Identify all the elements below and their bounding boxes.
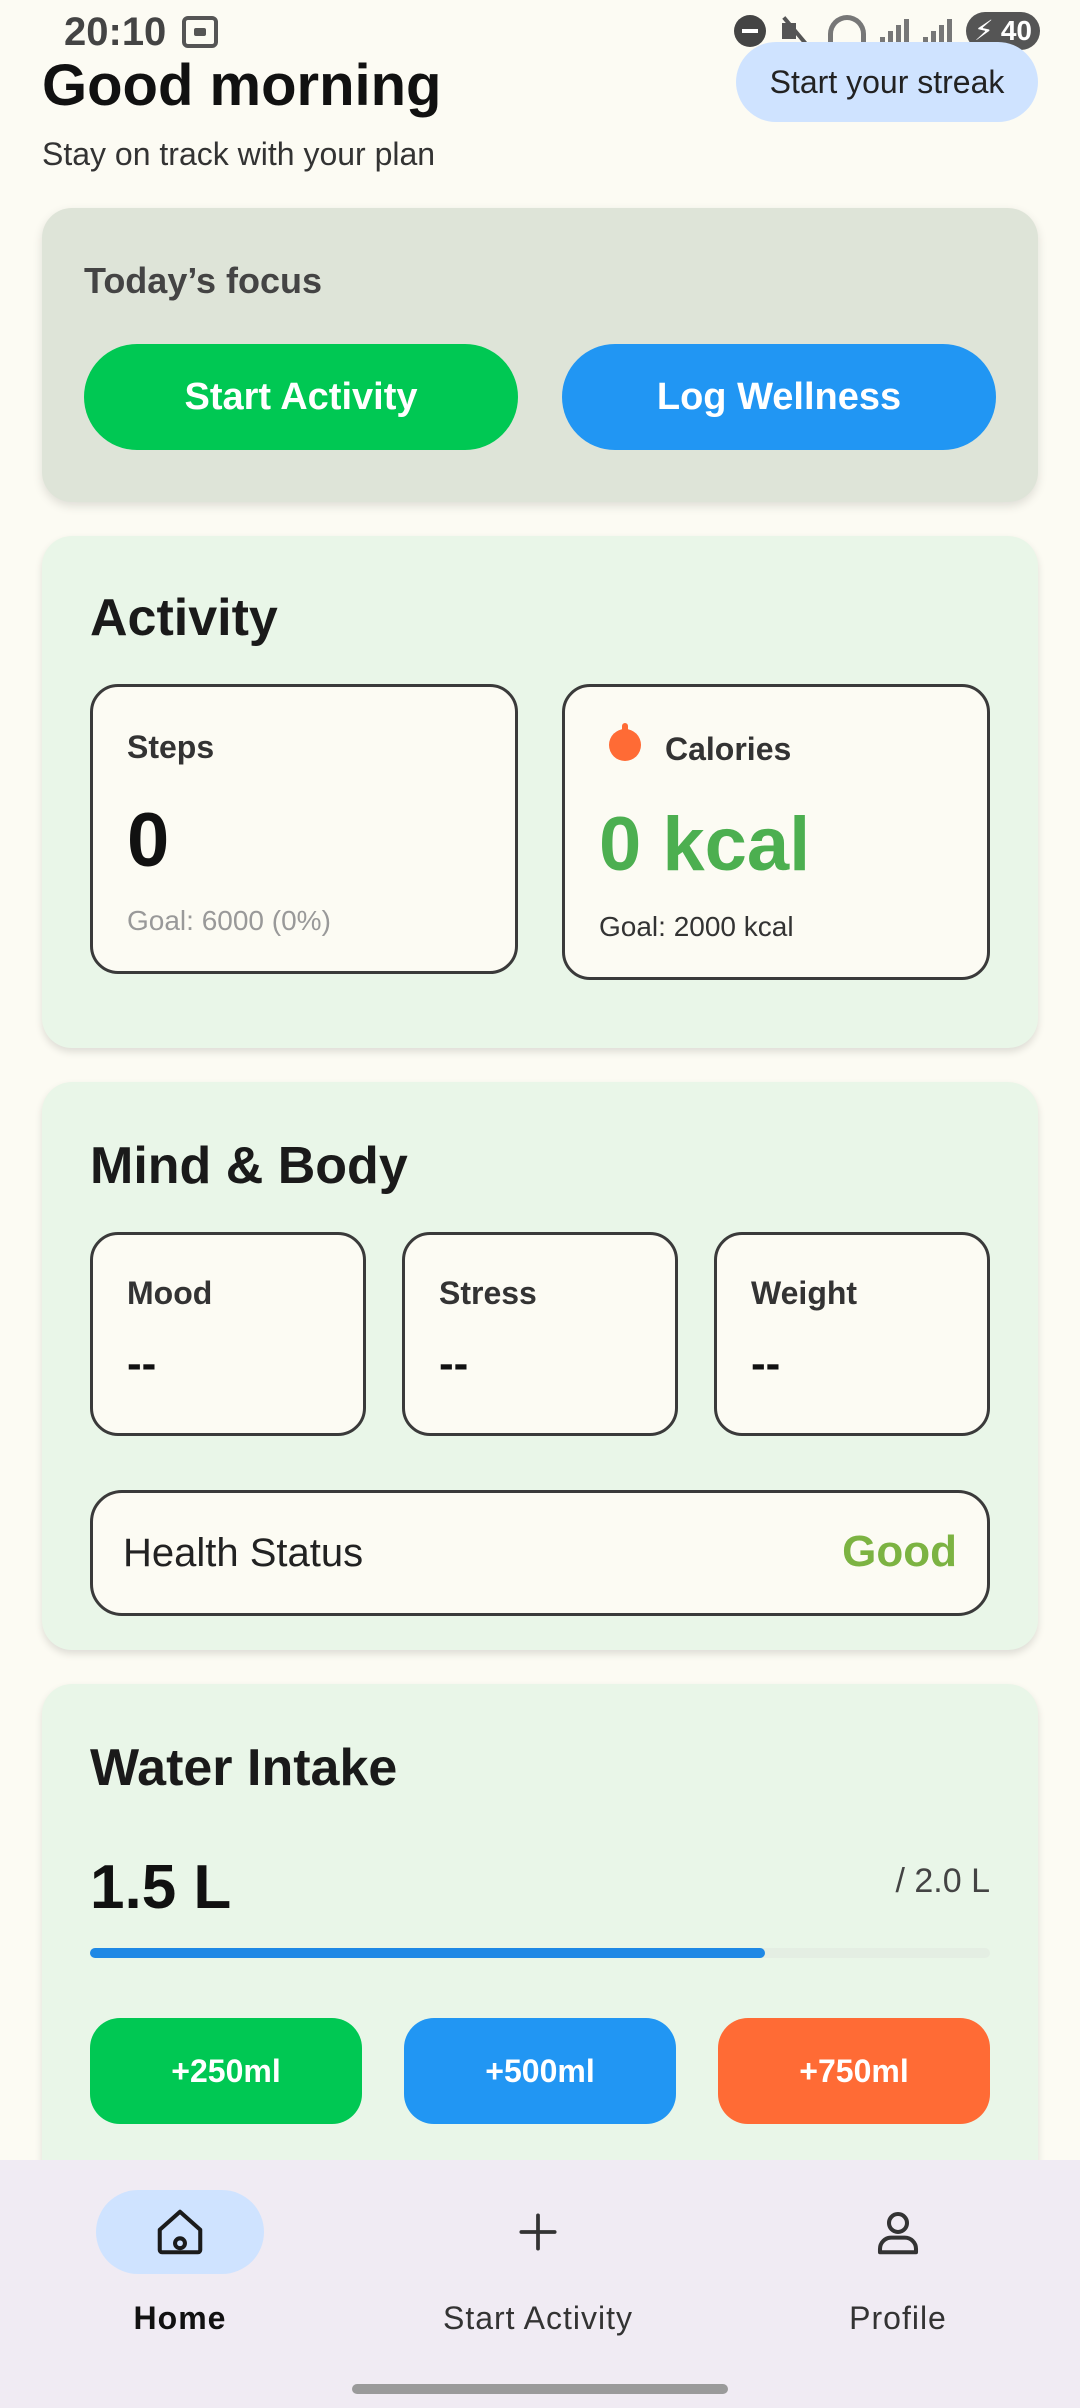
calories-box[interactable]: Calories 0 kcal Goal: 2000 kcal [562, 684, 990, 980]
health-status-value: Good [842, 1527, 957, 1576]
weight-label: Weight [751, 1275, 858, 1311]
water-progress-fill [90, 1948, 765, 1958]
log-wellness-button[interactable]: Log Wellness [562, 344, 996, 450]
water-progress-bar [90, 1948, 990, 1958]
nav-start-activity-indicator [454, 2190, 622, 2274]
nav-label-home: Home [133, 2300, 227, 2336]
activity-card: Activity Steps 0 Goal: 6000 (0%) Calorie… [42, 536, 1038, 1048]
flame-icon [609, 723, 641, 761]
focus-title: Today’s focus [84, 260, 323, 301]
health-status-row[interactable]: Health Status Good [90, 1490, 990, 1616]
calories-value: 0 kcal [599, 802, 811, 887]
person-icon [877, 2211, 919, 2255]
mind-body-card: Mind & Body Mood -- Stress -- Weight -- … [42, 1082, 1038, 1650]
nav-label-profile: Profile [849, 2300, 947, 2336]
mood-box[interactable]: Mood -- [90, 1232, 366, 1436]
nav-item-home[interactable]: Home [50, 2190, 310, 2370]
app-screen: 20:10 ⚡ 40 Good morning Stay on track wi… [0, 0, 1080, 2408]
greeting-title: Good morning [42, 53, 442, 118]
add-250ml-button[interactable]: +250ml [90, 2018, 362, 2124]
mind-body-title: Mind & Body [90, 1137, 408, 1195]
start-activity-button[interactable]: Start Activity [84, 344, 518, 450]
start-streak-button[interactable]: Start your streak [736, 42, 1038, 122]
add-750ml-button[interactable]: +750ml [718, 2018, 990, 2124]
nav-item-start-activity[interactable]: Start Activity [408, 2190, 668, 2370]
steps-label: Steps [127, 729, 215, 765]
water-goal: / 2.0 L [895, 1862, 990, 1900]
plus-icon [519, 2213, 557, 2251]
do-not-disturb-icon [734, 15, 766, 47]
weight-box[interactable]: Weight -- [714, 1232, 990, 1436]
calories-goal: Goal: 2000 kcal [599, 911, 794, 942]
water-title: Water Intake [90, 1739, 398, 1797]
water-value: 1.5 L [90, 1853, 232, 1922]
stress-value: -- [439, 1339, 469, 1388]
nav-label-start-activity: Start Activity [442, 2300, 634, 2336]
steps-box[interactable]: Steps 0 Goal: 6000 (0%) [90, 684, 518, 974]
calories-label: Calories [665, 731, 792, 767]
steps-goal: Goal: 6000 (0%) [127, 905, 331, 936]
add-500ml-button[interactable]: +500ml [404, 2018, 676, 2124]
stress-box[interactable]: Stress -- [402, 1232, 678, 1436]
weight-value: -- [751, 1339, 781, 1388]
health-status-label: Health Status [123, 1531, 364, 1575]
nav-item-profile[interactable]: Profile [768, 2190, 1028, 2370]
stress-label: Stress [439, 1275, 537, 1311]
mood-label: Mood [127, 1275, 213, 1311]
bottom-navigation: Home Start Activity Profile [0, 2160, 1080, 2408]
nav-home-indicator [96, 2190, 264, 2274]
steps-value: 0 [127, 798, 170, 883]
greeting-subtitle: Stay on track with your plan [42, 136, 436, 172]
screenshot-icon [182, 16, 218, 48]
nav-profile-indicator [814, 2190, 982, 2274]
status-time: 20:10 [64, 10, 167, 54]
water-intake-card: Water Intake 1.5 L / 2.0 L +250ml +500ml… [42, 1684, 1038, 2204]
todays-focus-card: Today’s focus Start Activity Log Wellnes… [42, 208, 1038, 502]
mood-value: -- [127, 1339, 157, 1388]
home-icon [157, 2209, 203, 2255]
gesture-home-bar[interactable] [352, 2384, 728, 2394]
activity-title: Activity [90, 589, 278, 647]
